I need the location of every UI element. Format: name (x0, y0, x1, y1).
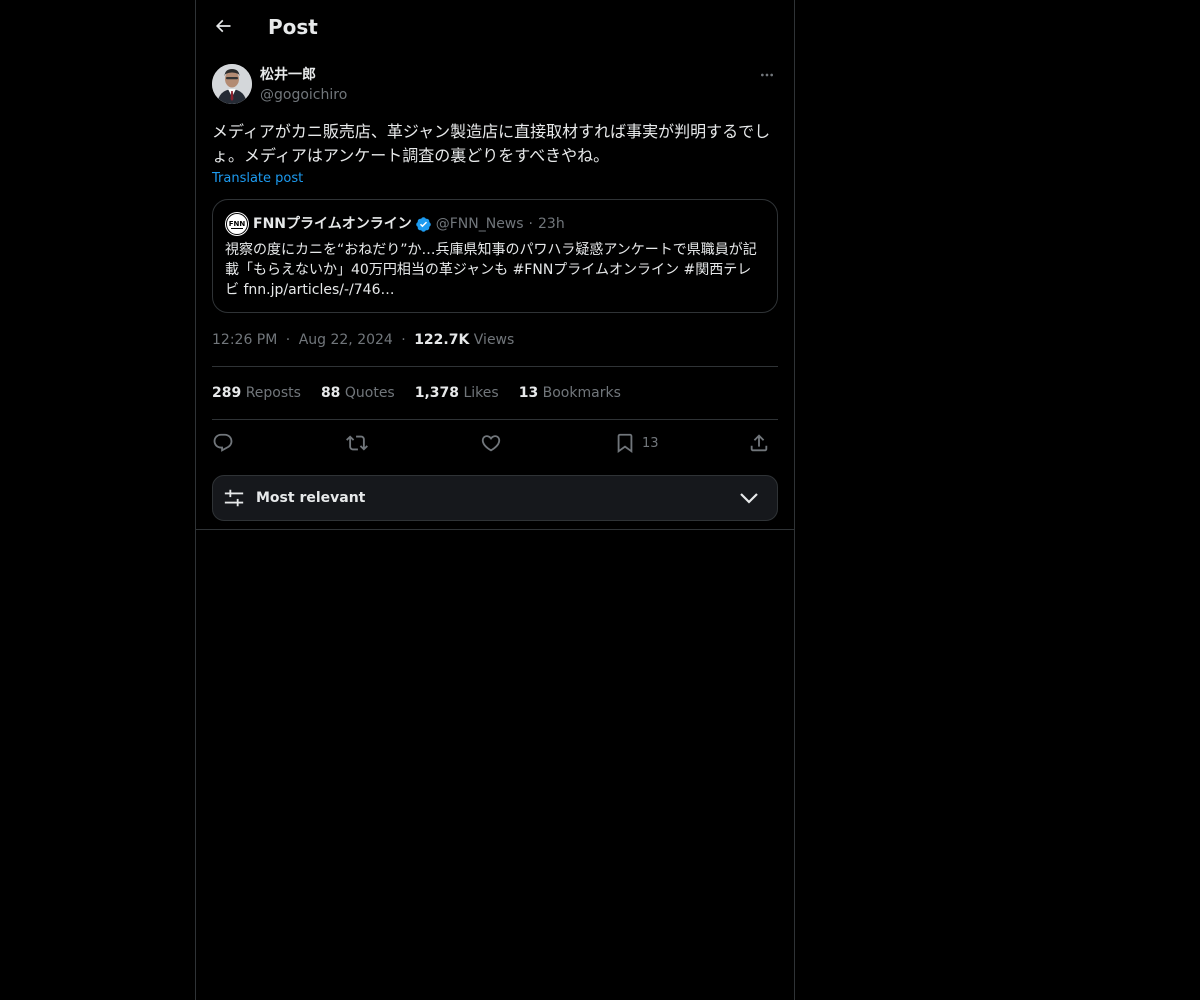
bookmark-icon (614, 432, 636, 454)
divider (212, 419, 778, 420)
meta-separator: · (285, 332, 291, 348)
post-time[interactable]: 12:26 PM (212, 332, 277, 348)
avatar[interactable] (212, 64, 252, 104)
repost-button[interactable] (346, 430, 368, 456)
sort-replies-dropdown[interactable]: Most relevant (212, 475, 778, 521)
quoted-header: FNNプライムオンライン @FNN_News · 23h (253, 214, 565, 234)
quoted-separator: · (528, 216, 533, 232)
reply-button[interactable] (212, 430, 234, 456)
share-button[interactable] (748, 430, 770, 456)
sort-label: Most relevant (256, 490, 366, 506)
quotes-count: 88 (320, 385, 341, 401)
chevron-down-icon (739, 490, 759, 506)
divider (212, 366, 778, 367)
post-meta: 12:26 PM · Aug 22, 2024 · 122.7K Views (212, 330, 514, 350)
bookmarks-stat[interactable]: 13 Bookmarks (519, 383, 621, 403)
reposts-label: Reposts (245, 385, 301, 401)
views-label: Views (473, 332, 515, 348)
more-options-button[interactable] (756, 64, 778, 86)
quoted-handle[interactable]: @FNN_News (436, 214, 524, 234)
arrow-left-icon (213, 16, 233, 36)
page-title: Post (268, 15, 318, 39)
reply-icon (212, 432, 234, 454)
quotes-stat[interactable]: 88 Quotes (321, 383, 395, 403)
likes-count: 1,378 (414, 385, 460, 401)
bookmarks-label: Bookmarks (542, 385, 621, 401)
bookmark-button[interactable]: 13 (614, 430, 659, 456)
views-count: 122.7K (414, 332, 470, 348)
meta-separator: · (401, 332, 406, 348)
action-bar: 13 (212, 430, 778, 458)
svg-text:FNN: FNN (229, 220, 246, 228)
repost-icon (346, 432, 368, 454)
likes-label: Likes (463, 385, 499, 401)
author-name[interactable]: 松井一郎 (260, 65, 316, 85)
verified-badge-icon (415, 216, 432, 233)
quotes-label: Quotes (344, 385, 395, 401)
post-column: Post 松井一郎 @gogoichiro メディアがカニ販売店、革ジャン製造店… (195, 0, 795, 1000)
quoted-time[interactable]: 23h (538, 214, 565, 234)
post-author: 松井一郎 @gogoichiro (212, 64, 778, 108)
translate-post-link[interactable]: Translate post (212, 170, 303, 188)
heart-icon (480, 432, 502, 454)
likes-stat[interactable]: 1,378 Likes (415, 383, 499, 403)
bookmark-count: 13 (642, 435, 659, 451)
quoted-avatar[interactable]: FNN (225, 212, 249, 236)
filter-sliders-icon (223, 487, 245, 509)
fnn-logo-icon: FNN (226, 213, 248, 235)
divider (196, 529, 794, 530)
post-text: メディアがカニ販売店、革ジャン製造店に直接取材すれば事実が判明するでしょ。メディ… (212, 122, 771, 165)
bookmarks-count: 13 (518, 385, 539, 401)
quoted-post[interactable]: FNN FNNプライムオンライン @FNN_News · 23h 視察の度にカニ… (212, 199, 778, 313)
quoted-name[interactable]: FNNプライムオンライン (253, 214, 412, 234)
post-stats: 289 Reposts 88 Quotes 1,378 Likes 13 Boo… (212, 383, 621, 403)
more-icon (759, 67, 775, 83)
author-handle[interactable]: @gogoichiro (260, 85, 347, 105)
back-button[interactable] (208, 11, 238, 41)
reposts-count: 289 (212, 385, 242, 401)
post-date[interactable]: Aug 22, 2024 (299, 332, 393, 348)
share-icon (748, 432, 770, 454)
quoted-text: 視察の度にカニを“おねだり”か…兵庫県知事のパワハラ疑惑アンケートで県職員が記載… (225, 242, 757, 298)
header: Post (196, 0, 794, 53)
like-button[interactable] (480, 430, 502, 456)
reposts-stat[interactable]: 289 Reposts (212, 383, 301, 403)
